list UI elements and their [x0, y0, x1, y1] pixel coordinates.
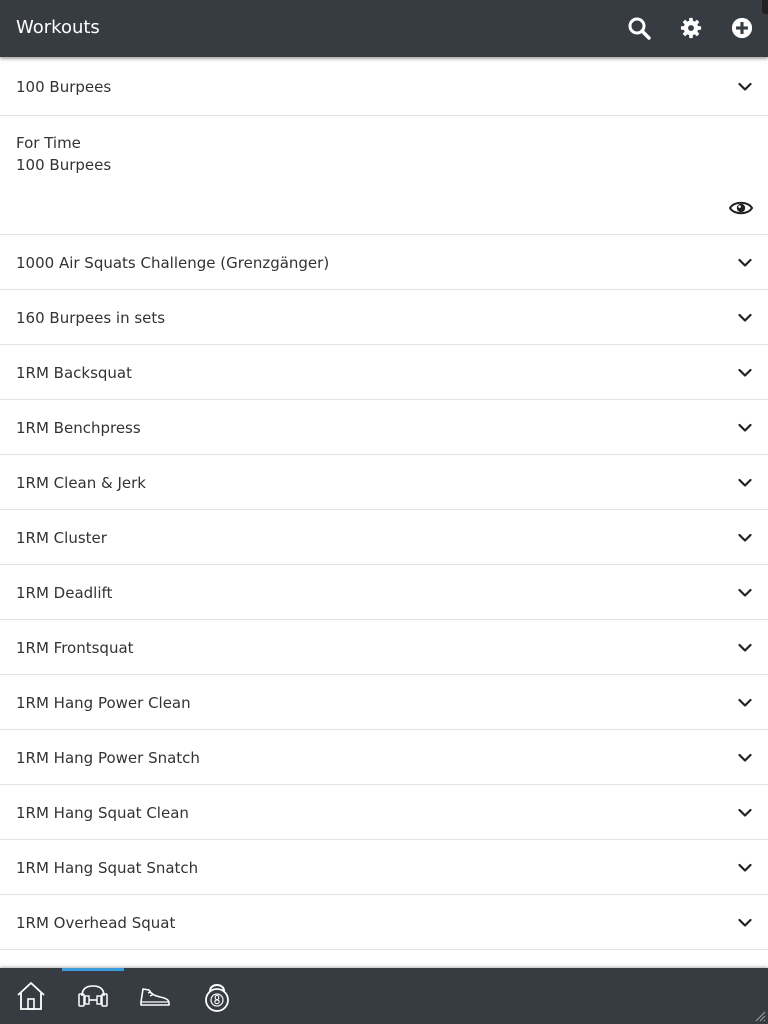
workout-title: 1RM Hang Squat Clean — [16, 804, 189, 822]
workout-title: 1RM Hang Power Clean — [16, 694, 191, 712]
workout-title: 1RM Hang Power Snatch — [16, 749, 200, 767]
workout-description: For Time 100 Burpees — [16, 132, 111, 176]
scroll-indicator — [762, 0, 768, 14]
workout-item[interactable]: 1RM Clean & Jerk — [0, 455, 768, 510]
workout-title: 1RM Cluster — [16, 529, 107, 547]
chevron-down-icon[interactable] — [738, 256, 752, 270]
page-title: Workouts — [16, 17, 100, 38]
chevron-down-icon[interactable] — [738, 751, 752, 765]
workout-description-line: For Time — [16, 134, 81, 152]
chevron-down-icon[interactable] — [738, 916, 752, 930]
chevron-down-icon[interactable] — [738, 861, 752, 875]
chevron-down-icon[interactable] — [738, 806, 752, 820]
workout-item[interactable]: 1RM Deadlift — [0, 565, 768, 620]
chevron-down-icon[interactable] — [738, 80, 752, 94]
chevron-down-icon[interactable] — [738, 366, 752, 380]
tab-home[interactable] — [0, 968, 62, 1024]
chevron-down-icon[interactable] — [738, 531, 752, 545]
tab-kettlebell[interactable] — [186, 968, 248, 1024]
workout-item[interactable]: 1RM Overhead Squat — [0, 895, 768, 950]
workout-item[interactable]: 1000 Air Squats Challenge (Grenzgänger) — [0, 235, 768, 290]
workout-title: 1000 Air Squats Challenge (Grenzgänger) — [16, 254, 330, 272]
workout-item-expanded[interactable]: 100 Burpees — [0, 58, 768, 116]
tab-workouts[interactable] — [62, 968, 124, 1024]
workout-item[interactable]: 1RM Hang Squat Clean — [0, 785, 768, 840]
workout-item[interactable]: 1RM Hang Power Clean — [0, 675, 768, 730]
workout-icon — [78, 985, 108, 1007]
eye-icon[interactable] — [729, 198, 753, 218]
workout-title: 1RM Backsquat — [16, 364, 133, 382]
resize-handle-icon[interactable] — [754, 1010, 766, 1022]
kettlebell-icon — [205, 984, 229, 1012]
workout-item[interactable]: 1RM Hang Squat Snatch — [0, 840, 768, 895]
chevron-down-icon[interactable] — [738, 421, 752, 435]
workout-item[interactable]: 1RM Backsquat — [0, 345, 768, 400]
chevron-down-icon[interactable] — [738, 641, 752, 655]
chevron-down-icon[interactable] — [738, 311, 752, 325]
workout-title: 1RM Benchpress — [16, 419, 141, 437]
workout-title: 1RM Frontsquat — [16, 639, 134, 657]
workout-item[interactable]: 1RM Frontsquat — [0, 620, 768, 675]
workout-title: 1RM Clean & Jerk — [16, 474, 146, 492]
workout-description-line: 100 Burpees — [16, 156, 112, 174]
workout-item[interactable]: 160 Burpees in sets — [0, 290, 768, 345]
workout-title: 1RM Hang Squat Snatch — [16, 859, 199, 877]
chevron-down-icon[interactable] — [738, 476, 752, 490]
app-header: Workouts — [0, 0, 768, 57]
bottom-tab-bar — [0, 968, 768, 1024]
workout-item[interactable]: 1RM Hang Power Snatch — [0, 730, 768, 785]
workout-title: 100 Burpees — [16, 78, 112, 96]
tab-running[interactable] — [124, 968, 186, 1024]
home-icon — [17, 982, 45, 1010]
chevron-down-icon[interactable] — [738, 696, 752, 710]
running-shoe-icon — [140, 988, 170, 1006]
workout-item[interactable]: 1RM Cluster — [0, 510, 768, 565]
gear-icon[interactable] — [678, 15, 704, 41]
search-icon[interactable] — [626, 15, 652, 41]
workout-item[interactable]: 1RM Benchpress — [0, 400, 768, 455]
workout-title: 1RM Overhead Squat — [16, 914, 176, 932]
workout-list: 100 Burpees For Time 100 Burpees 1000 Ai… — [0, 58, 768, 950]
workout-title: 1RM Deadlift — [16, 584, 113, 602]
add-circle-icon[interactable] — [729, 15, 755, 41]
chevron-down-icon[interactable] — [738, 586, 752, 600]
workout-details: For Time 100 Burpees — [0, 116, 768, 235]
workout-title: 160 Burpees in sets — [16, 309, 166, 327]
